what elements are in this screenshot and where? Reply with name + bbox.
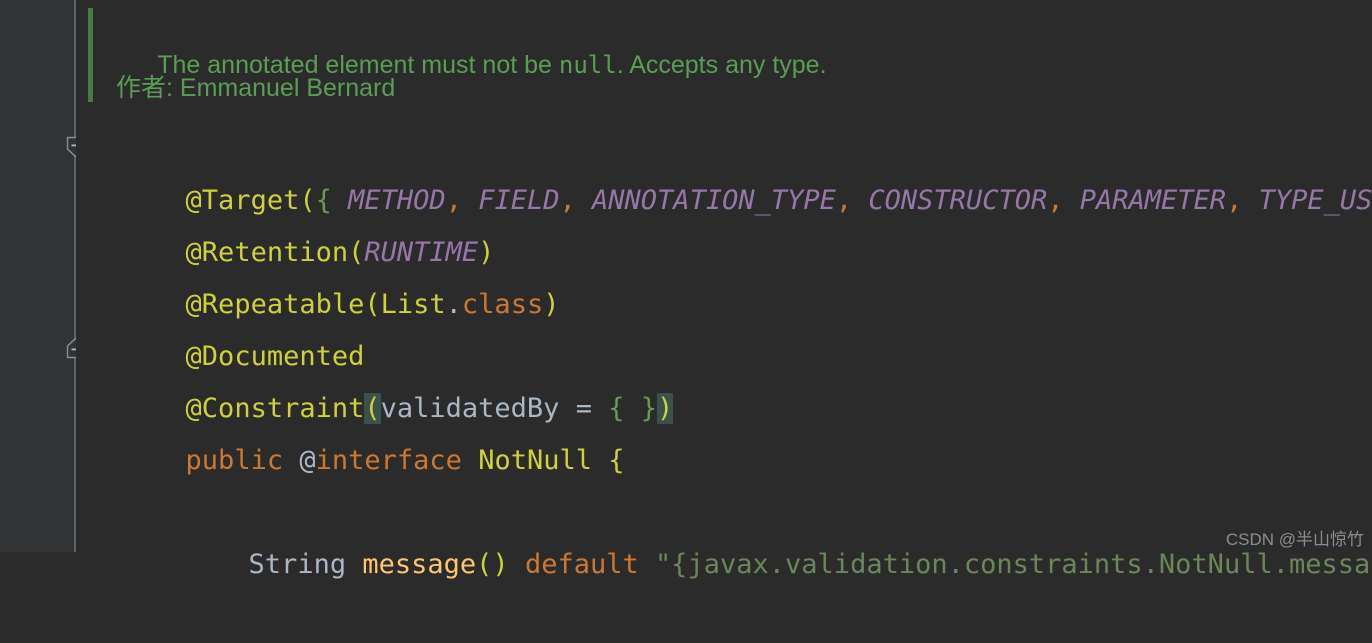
csdn-watermark: CSDN @半山惊竹 [1225, 530, 1364, 549]
at-symbol: @ [299, 445, 316, 476]
space-decl-2 [462, 445, 478, 476]
code-line-repeatable[interactable]: @Repeatable(List.class) [88, 227, 560, 320]
javadoc-indicator-bar [88, 8, 93, 102]
space-4 [1063, 185, 1079, 216]
code-surface[interactable]: The annotated element must not be null. … [76, 0, 1372, 580]
paren-close-repeatable: ) [543, 289, 560, 320]
paren-open-repeatable: ( [364, 289, 381, 320]
string-literal-message-key: "{javax.validation.constraints.NotNull.m… [655, 549, 1372, 580]
keyword-interface: interface [315, 445, 462, 476]
javadoc-author-line: 作者: Emmanuel Bernard [116, 74, 396, 102]
code-line-message-method[interactable]: String message() default "{javax.validat… [151, 487, 1372, 580]
body-brace-open: { [608, 445, 625, 476]
javadoc-inline-code-null: null [558, 51, 617, 79]
type-string: String [248, 549, 347, 580]
space-3 [852, 185, 868, 216]
const-parameter: PARAMETER [1079, 185, 1227, 216]
comma-3: , [835, 185, 853, 216]
class-name-notnull: NotNull [478, 445, 592, 476]
space-msg-1 [346, 549, 362, 580]
identifier-list: List [380, 289, 446, 320]
keyword-public: public [185, 445, 284, 476]
const-type-use: TYPE_USE [1258, 185, 1372, 216]
editor-gutter[interactable] [0, 0, 74, 552]
code-line-target[interactable]: @Target({ METHOD, FIELD, ANNOTATION_TYPE… [88, 123, 1372, 216]
const-annotation-type: ANNOTATION_TYPE [592, 185, 836, 216]
comma-2: , [559, 185, 576, 216]
comma-4: , [1047, 185, 1064, 216]
dot-operator: . [445, 289, 462, 320]
comma-5: , [1226, 185, 1243, 216]
const-constructor: CONSTRUCTOR [868, 185, 1048, 216]
method-name-message: message [362, 549, 477, 580]
paren-close-highlighted: ) [657, 393, 674, 424]
space-msg-2 [509, 549, 525, 580]
space-2 [576, 185, 592, 216]
javadoc-text-after-code: . Accepts any type. [616, 51, 827, 79]
code-line-constraint[interactable]: @Constraint(validatedBy = { }) [88, 331, 674, 424]
space-5 [1242, 185, 1258, 216]
keyword-class: class [461, 289, 544, 320]
space-decl-3 [592, 445, 608, 476]
space-decl-1 [283, 445, 299, 476]
code-editor[interactable]: The annotated element must not be null. … [0, 0, 1372, 580]
code-line-documented[interactable]: @Documented [88, 279, 365, 372]
keyword-default: default [524, 549, 639, 580]
code-line-declaration[interactable]: public @interface NotNull { [88, 383, 625, 476]
code-line-retention[interactable]: @Retention(RUNTIME) [88, 175, 495, 268]
method-parens: () [476, 549, 509, 580]
space-msg-3 [639, 549, 655, 580]
